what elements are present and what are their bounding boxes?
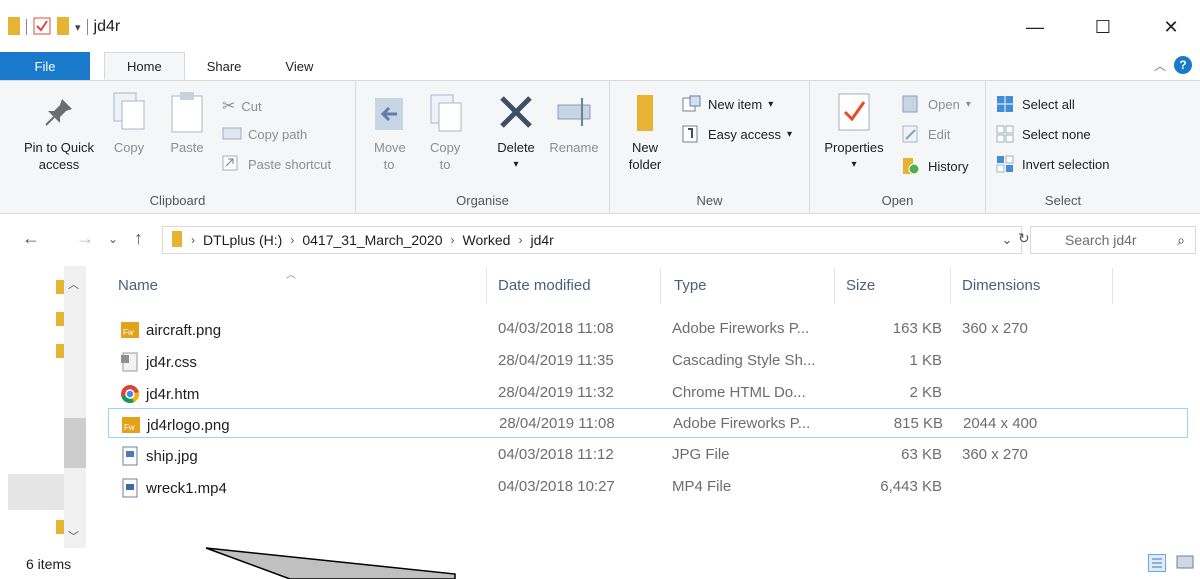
annotation-arrow xyxy=(205,547,456,579)
annotation-arrow-overlay xyxy=(205,547,456,579)
